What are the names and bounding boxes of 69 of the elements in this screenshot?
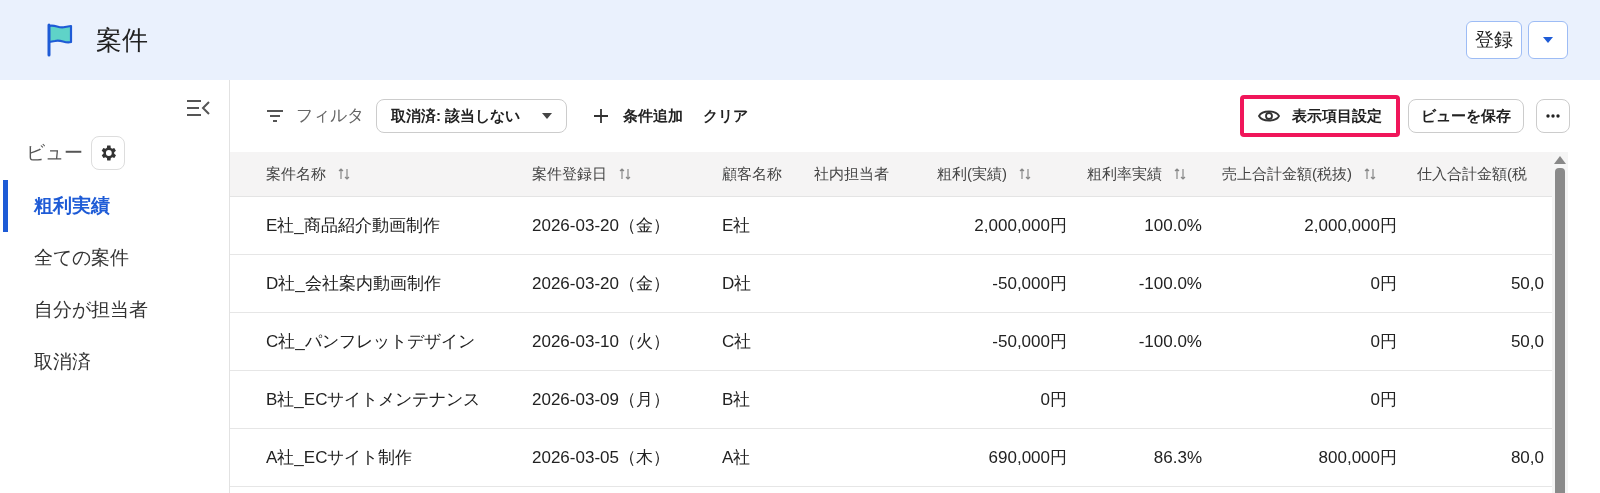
sort-icon[interactable] xyxy=(1364,167,1376,181)
collapse-sidebar-icon[interactable] xyxy=(185,98,211,118)
view-label: ビュー xyxy=(26,140,83,165)
clear-button[interactable]: クリア xyxy=(703,104,749,128)
table-cell-text: 2,000,000円 xyxy=(974,214,1067,237)
more-icon xyxy=(1546,114,1560,118)
column-header[interactable]: 売上合計金額(税抜) xyxy=(1210,152,1405,196)
scrollbar[interactable] xyxy=(1552,152,1568,493)
sidebar-item[interactable]: 取消済 xyxy=(3,336,229,388)
scroll-up-icon[interactable] xyxy=(1554,156,1566,164)
table-cell-text: -100.0% xyxy=(1138,330,1202,353)
table-cell-text: 86.3% xyxy=(1153,446,1202,469)
table-cell-text: B社_ECサイトメンテナンス xyxy=(266,388,481,411)
view-settings-button[interactable] xyxy=(91,136,125,170)
table-cell-text: 2,000,000円 xyxy=(1304,214,1397,237)
table-cell-text: E社 xyxy=(722,214,751,237)
more-button[interactable] xyxy=(1536,99,1570,133)
table-cell-text: E社_商品紹介動画制作 xyxy=(266,214,440,237)
table-cell-text: A社_ECサイト制作 xyxy=(266,446,413,469)
dropdown-button[interactable] xyxy=(1528,21,1568,59)
plus-icon xyxy=(593,108,610,124)
filter-chip[interactable]: 取消済: 該当しない xyxy=(376,99,568,133)
filter-label: フィルタ xyxy=(296,105,364,128)
table-cell-text: 2026-03-05（木） xyxy=(532,446,670,469)
column-header[interactable]: 案件登録日 xyxy=(520,152,710,196)
sort-icon[interactable] xyxy=(619,167,631,181)
column-header: 仕入合計金額(税 xyxy=(1416,163,1528,184)
display-settings-button[interactable]: 表示項目設定 xyxy=(1240,95,1400,137)
column-header[interactable]: 案件名称 xyxy=(230,152,520,196)
table-cell-text: 2026-03-09（月） xyxy=(532,388,670,411)
save-view-button[interactable]: ビューを保存 xyxy=(1408,99,1524,133)
table-cell-text: 80,0 xyxy=(1510,446,1544,469)
table-cell-text: 2026-03-20（金） xyxy=(532,272,670,295)
eye-icon xyxy=(1258,108,1280,124)
sidebar-item[interactable]: 全ての案件 xyxy=(3,232,229,284)
register-button[interactable]: 登録 xyxy=(1466,21,1522,59)
table-cell-text: 0円 xyxy=(1040,388,1067,411)
table-cell-text: B社 xyxy=(722,388,751,411)
table-cell-text: 0円 xyxy=(1370,330,1397,353)
add-condition-button[interactable]: 条件追加 xyxy=(593,104,684,128)
table-cell-text: -50,000円 xyxy=(992,330,1067,353)
table-cell-text: C社_パンフレットデザイン xyxy=(266,330,475,353)
table-cell-text: A社 xyxy=(722,446,751,469)
table-cell-text: D社 xyxy=(722,272,752,295)
table-cell-text: 50,0 xyxy=(1510,272,1544,295)
table-cell-text: -50,000円 xyxy=(992,272,1067,295)
table-cell-text: 2026-03-10（火） xyxy=(532,330,670,353)
column-header: 社内担当者 xyxy=(813,163,890,184)
caret-icon xyxy=(1543,37,1553,43)
filter-icon[interactable] xyxy=(266,109,284,123)
table-cell-text: 50,0 xyxy=(1510,330,1544,353)
table-cell-text: 800,000円 xyxy=(1318,446,1397,469)
table-cell-text: D社_会社案内動画制作 xyxy=(266,272,441,295)
table-cell-text: -100.0% xyxy=(1138,272,1202,295)
sort-icon[interactable] xyxy=(1174,167,1186,181)
sidebar-item[interactable]: 自分が担当者 xyxy=(3,284,229,336)
sort-icon[interactable] xyxy=(338,167,350,181)
table-cell-text: 690,000円 xyxy=(988,446,1067,469)
page-title: 案件 xyxy=(96,23,148,57)
sort-icon[interactable] xyxy=(1019,167,1031,181)
table-cell-text: 100.0% xyxy=(1144,214,1202,237)
column-header[interactable]: 粗利率実績 xyxy=(1075,152,1210,196)
table-cell-text: 0円 xyxy=(1370,272,1397,295)
column-header: 顧客名称 xyxy=(721,163,783,184)
table-cell-text: 2026-03-20（金） xyxy=(532,214,670,237)
table-cell-text: C社 xyxy=(722,330,752,353)
column-header[interactable]: 粗利(実績) xyxy=(925,152,1075,196)
table-cell-text: 0円 xyxy=(1370,388,1397,411)
caret-icon xyxy=(542,113,553,119)
